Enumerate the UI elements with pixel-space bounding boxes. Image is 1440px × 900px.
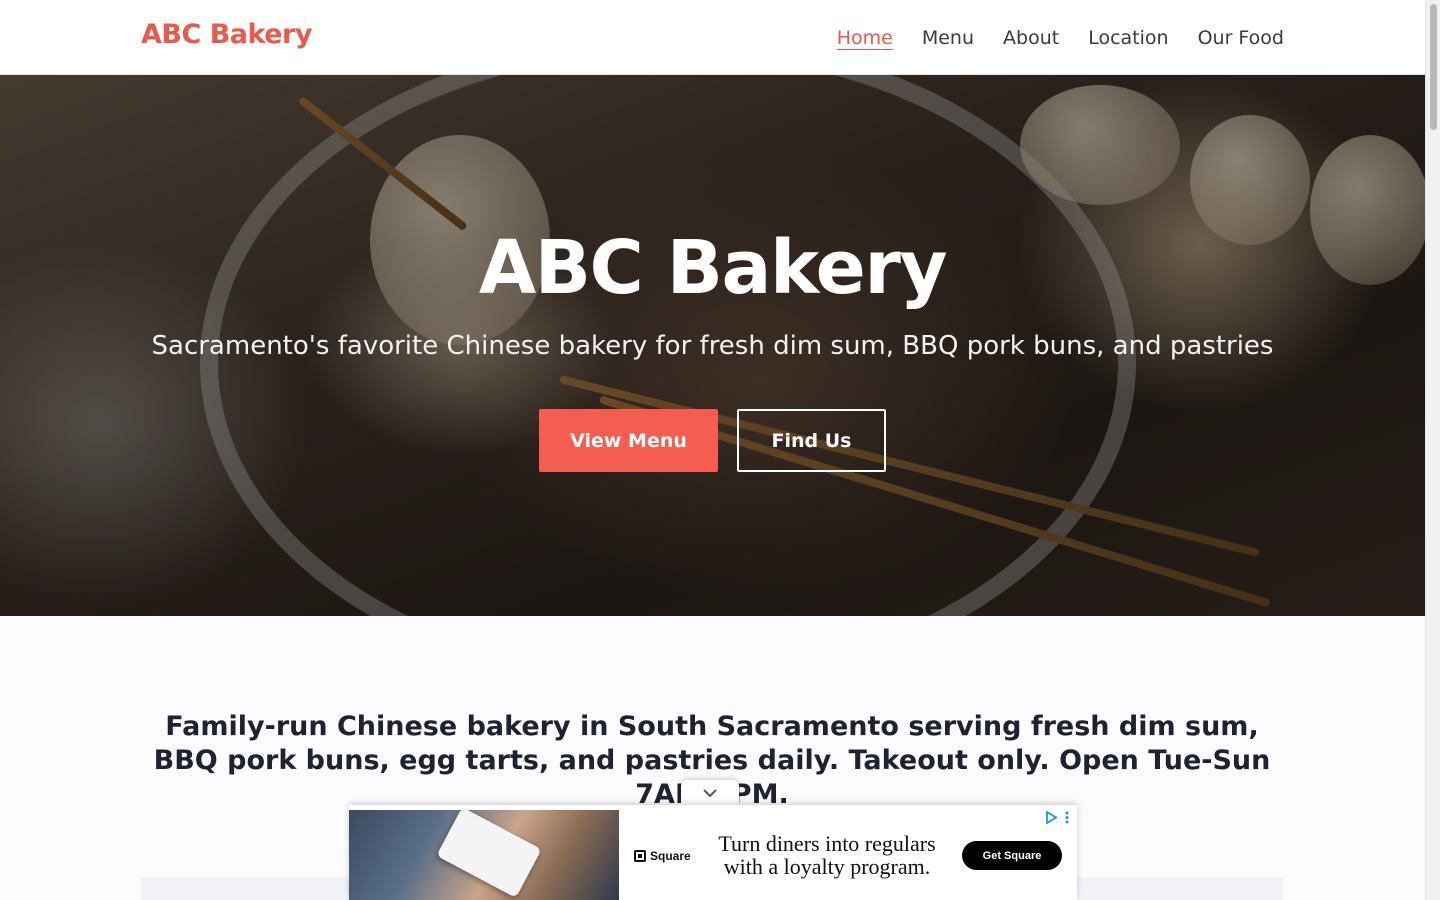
- ad-brand-label: Square: [650, 849, 691, 863]
- get-square-button[interactable]: Get Square: [962, 841, 1062, 870]
- ad-brand: Square: [634, 849, 691, 863]
- main-nav: Home Menu About Location Our Food: [837, 25, 1284, 51]
- hero-subtitle: Sacramento's favorite Chinese bakery for…: [151, 331, 1274, 361]
- ad-headline: Turn diners into regulars with a loyalty…: [718, 831, 936, 879]
- ad-collapse-button[interactable]: [681, 780, 739, 805]
- ad-image-device: [436, 807, 542, 898]
- nav-item-our-food[interactable]: Our Food: [1198, 25, 1284, 51]
- square-logo-icon: [634, 850, 646, 862]
- site-logo[interactable]: ABC Bakery: [141, 19, 312, 50]
- scrollbar-thumb[interactable]: [1430, 4, 1437, 130]
- adchoices-icon[interactable]: [1045, 811, 1057, 824]
- page-scrollbar[interactable]: [1425, 0, 1440, 900]
- nav-item-about[interactable]: About: [1003, 25, 1059, 51]
- nav-item-location[interactable]: Location: [1088, 25, 1168, 51]
- hero-title: ABC Bakery: [478, 225, 948, 311]
- ad-image: [349, 807, 619, 900]
- chevron-down-icon: [703, 788, 717, 797]
- site-header: ABC Bakery Home Menu About Location Our …: [0, 0, 1425, 75]
- view-menu-button[interactable]: View Menu: [539, 409, 718, 472]
- hero-section: ABC Bakery Sacramento's favorite Chinese…: [0, 75, 1425, 616]
- nav-item-menu[interactable]: Menu: [922, 25, 974, 51]
- find-us-button[interactable]: Find Us: [737, 409, 886, 472]
- nav-item-home[interactable]: Home: [837, 25, 893, 51]
- more-vertical-icon[interactable]: [1065, 811, 1069, 824]
- ad-banner[interactable]: Square Turn diners into regulars with a …: [349, 805, 1077, 900]
